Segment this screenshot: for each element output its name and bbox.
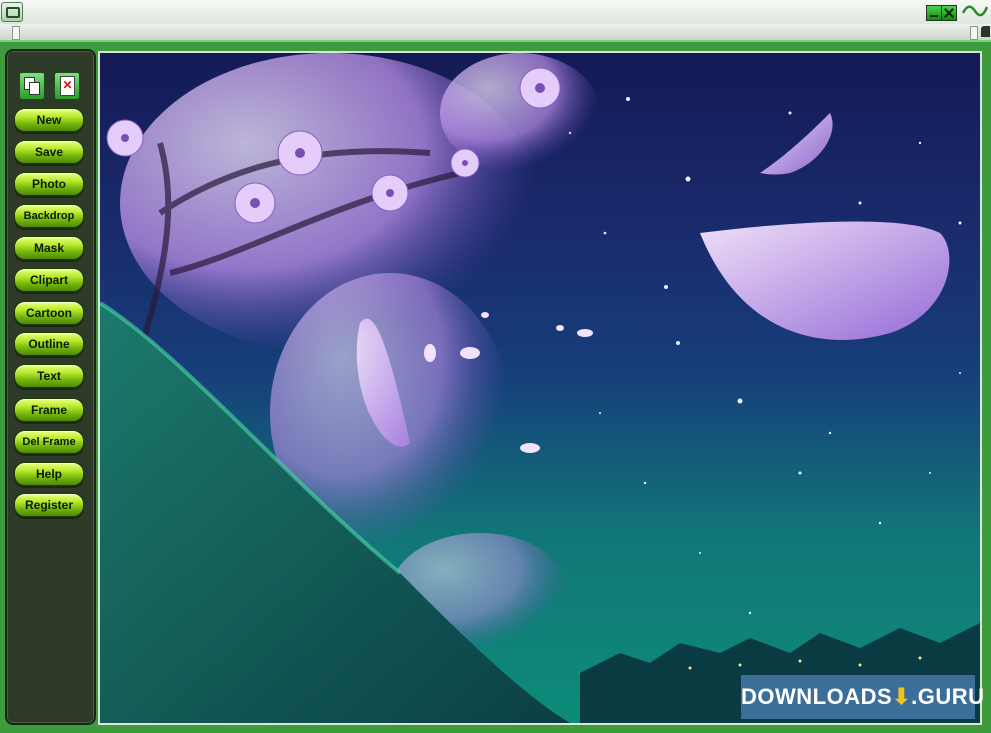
clipart-button[interactable]: Clipart — [14, 268, 84, 292]
window-strip — [0, 24, 991, 41]
backdrop-button[interactable]: Backdrop — [14, 204, 84, 228]
register-button[interactable]: Register — [14, 493, 84, 517]
title-bar — [0, 0, 991, 25]
new-button[interactable]: New — [14, 108, 84, 132]
frame-button[interactable]: Frame — [14, 398, 84, 422]
picture-canvas[interactable] — [98, 51, 982, 725]
system-menu-icon[interactable] — [1, 2, 23, 22]
help-button[interactable]: Help — [14, 462, 84, 486]
outline-button[interactable]: Outline — [14, 332, 84, 356]
del-frame-button[interactable]: Del Frame — [14, 430, 84, 454]
download-arrow-icon: ⬇ — [892, 684, 912, 709]
text-button[interactable]: Text — [14, 364, 84, 388]
cartoon-button[interactable]: Cartoon — [14, 301, 84, 325]
photo-button[interactable]: Photo — [14, 172, 84, 196]
minimize-button[interactable] — [926, 5, 942, 21]
downloads-guru-watermark: DOWNLOADS⬇.GURU — [741, 675, 984, 719]
strip-corner — [981, 26, 990, 37]
watermark-text-right: .GURU — [911, 684, 985, 709]
mask-button[interactable]: Mask — [14, 236, 84, 260]
close-button[interactable] — [941, 5, 957, 21]
strip-handle-right — [970, 26, 978, 40]
night-scene-image — [100, 53, 980, 723]
copy-icon[interactable] — [19, 72, 45, 100]
strip-handle-left — [12, 26, 20, 40]
delete-icon[interactable]: ✕ — [54, 72, 80, 100]
watermark-text-left: DOWNLOADS — [741, 684, 893, 709]
save-button[interactable]: Save — [14, 140, 84, 164]
wave-icon[interactable] — [961, 3, 989, 19]
